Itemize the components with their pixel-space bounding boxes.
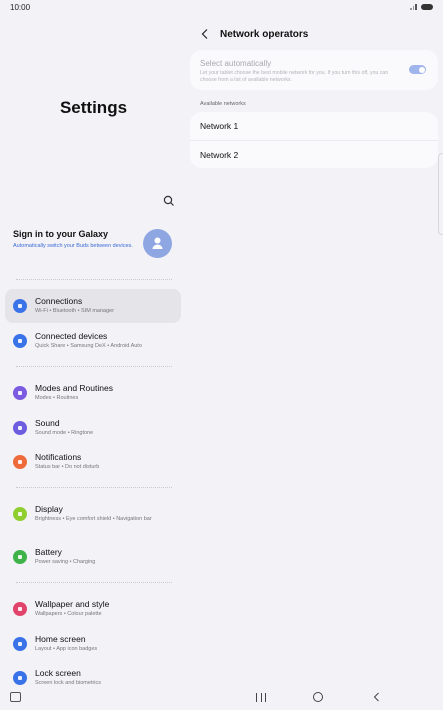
back-arrow-icon[interactable] — [200, 28, 210, 40]
settings-item-subtitle: Brightness • Eye comfort shield • Naviga… — [35, 516, 152, 522]
keyboard-icon[interactable] — [10, 692, 21, 702]
settings-item[interactable]: Modes and Routines Modes • Routines — [5, 376, 181, 410]
settings-item-title: Home screen — [35, 634, 86, 644]
select-automatically-toggle[interactable] — [409, 65, 426, 74]
settings-item-title: Connected devices — [35, 331, 108, 341]
status-icons — [410, 3, 433, 10]
page-title: Settings — [59, 98, 128, 117]
check-circle-icon — [13, 386, 27, 400]
settings-item-title: Modes and Routines — [35, 383, 113, 393]
divider — [16, 487, 172, 488]
settings-item[interactable]: Connections Wi-Fi • Bluetooth • SIM manag… — [5, 289, 181, 323]
lock-icon — [13, 671, 27, 685]
settings-item[interactable]: Display Brightness • Eye comfort shield •… — [5, 497, 181, 531]
settings-item-subtitle: Sound mode • Ringtone — [35, 430, 94, 436]
home-button[interactable] — [313, 692, 323, 702]
home-icon — [13, 637, 27, 651]
select-automatically-row[interactable]: Select automatically Let your tablet cho… — [190, 50, 438, 90]
signal-icon — [410, 3, 418, 10]
settings-item[interactable]: Sound Sound mode • Ringtone — [5, 411, 181, 445]
settings-item-subtitle: Modes • Routines — [35, 395, 79, 401]
divider — [16, 366, 172, 367]
available-networks-heading: Available networks — [200, 101, 246, 107]
settings-item[interactable]: Battery Power saving • Charging — [5, 540, 181, 574]
settings-item-subtitle: Screen lock and biometrics — [35, 680, 102, 686]
settings-item[interactable]: Wallpaper and style Wallpapers • Colour p… — [5, 592, 181, 626]
devices-icon — [13, 334, 27, 348]
search-icon[interactable] — [162, 194, 176, 208]
speaker-icon — [13, 421, 27, 435]
account-signin[interactable]: Sign in to your Galaxy Automatically swi… — [13, 229, 178, 258]
settings-item-title: Notifications — [35, 452, 82, 462]
status-bar: 10:00 — [0, 0, 443, 16]
divider — [16, 582, 172, 583]
wifi-icon — [13, 299, 27, 313]
settings-item[interactable]: Notifications Status bar • Do not disturb — [5, 445, 181, 479]
settings-item-subtitle: Status bar • Do not disturb — [35, 464, 100, 470]
settings-item-subtitle: Quick Share • Samsung DeX • Android Auto — [35, 343, 142, 349]
settings-item-title: Sound — [35, 418, 60, 428]
settings-pane: Settings Sign in to your Galaxy Automati… — [0, 16, 187, 696]
page-header: Network operators — [200, 28, 308, 40]
scroll-handle[interactable] — [438, 153, 443, 235]
battery-icon — [13, 550, 27, 564]
settings-item[interactable]: Home screen Layout • App icon badges — [5, 627, 181, 661]
back-button[interactable] — [372, 692, 382, 702]
header-title: Network operators — [220, 28, 309, 40]
signin-subtitle: Automatically switch your Buds between d… — [13, 243, 133, 249]
network-list: Network 1 Network 2 — [190, 112, 438, 168]
select-automatically-description: Let your tablet choose the best mobile n… — [200, 70, 389, 83]
person-icon — [152, 237, 163, 249]
avatar[interactable] — [143, 229, 172, 258]
settings-item-title: Connections — [35, 296, 83, 306]
settings-item-title: Lock screen — [35, 668, 81, 678]
recent-apps-button[interactable] — [256, 693, 266, 702]
settings-item-subtitle: Power saving • Charging — [35, 559, 96, 565]
settings-item-title: Display — [35, 504, 63, 514]
settings-item-title: Battery — [35, 547, 62, 557]
battery-status-icon — [421, 3, 433, 10]
select-automatically-label: Select automatically — [200, 59, 272, 68]
network-item[interactable]: Network 2 — [190, 140, 438, 168]
settings-item-subtitle: Layout • App icon badges — [35, 646, 98, 652]
palette-icon — [13, 602, 27, 616]
bell-icon — [13, 455, 27, 469]
settings-item-title: Wallpaper and style — [35, 599, 110, 609]
navigation-bar — [0, 688, 443, 710]
settings-item-subtitle: Wi-Fi • Bluetooth • SIM manager — [35, 308, 115, 314]
settings-item[interactable]: Connected devices Quick Share • Samsung D… — [5, 324, 181, 358]
settings-item-subtitle: Wallpapers • Colour palette — [35, 611, 102, 617]
sun-icon — [13, 507, 27, 521]
divider — [16, 279, 172, 280]
network-item[interactable]: Network 1 — [190, 112, 438, 140]
status-time: 10:00 — [10, 3, 31, 12]
